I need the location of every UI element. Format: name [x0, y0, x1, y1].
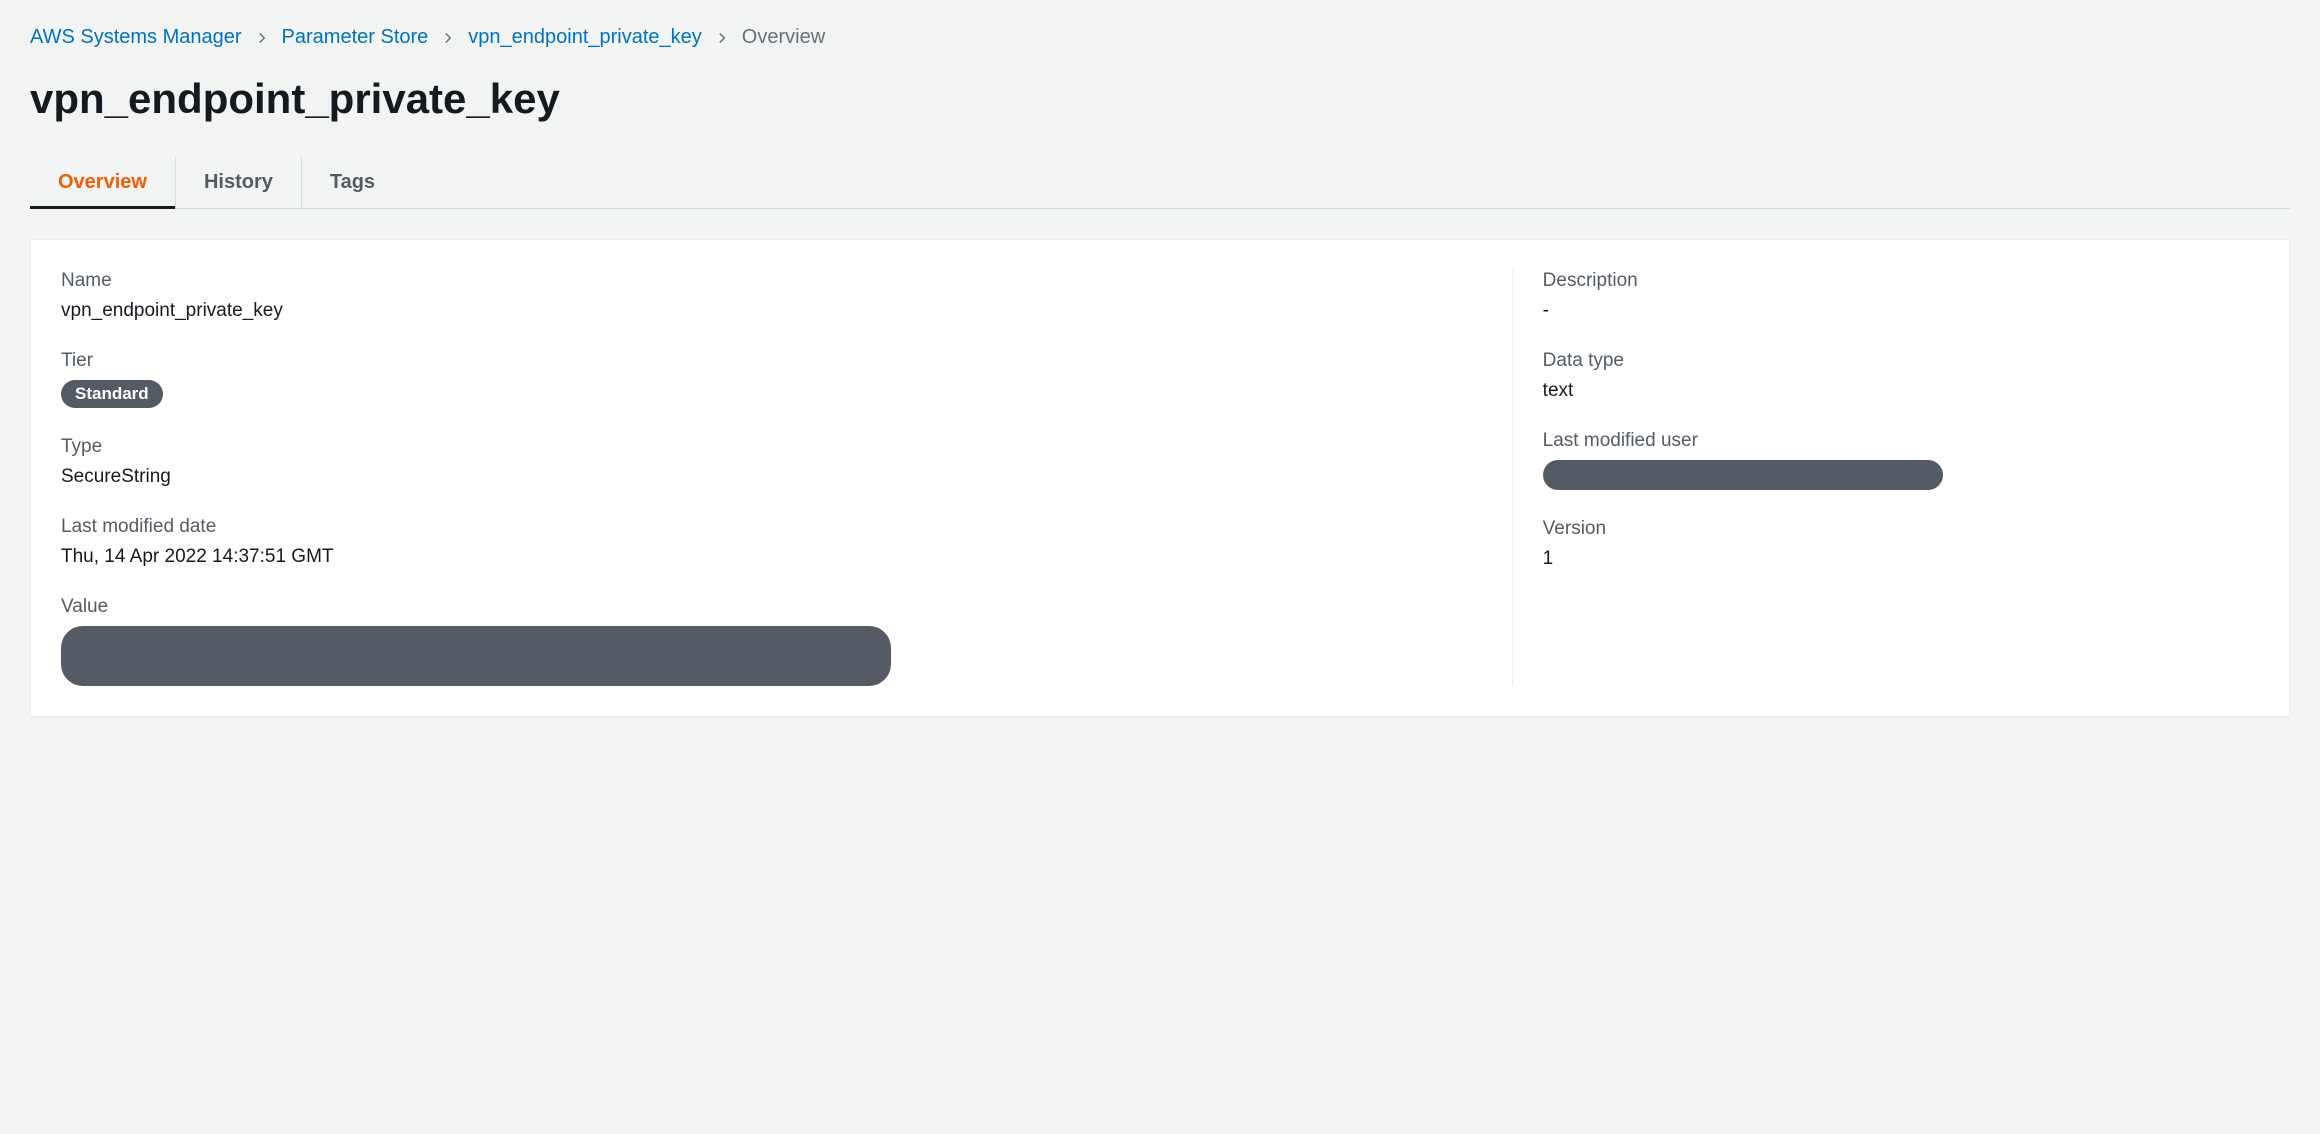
breadcrumb-link-systems-manager[interactable]: AWS Systems Manager [30, 26, 242, 49]
field-label-data-type: Data type [1543, 350, 2259, 372]
field-value-data-type: text [1543, 380, 2259, 402]
tier-badge: Standard [61, 380, 163, 408]
tab-overview[interactable]: Overview [30, 157, 176, 208]
field-type: Type SecureString [61, 436, 1482, 488]
field-value-name: vpn_endpoint_private_key [61, 300, 1482, 322]
tab-history[interactable]: History [176, 157, 302, 208]
chevron-right-icon [256, 32, 268, 44]
details-panel: Name vpn_endpoint_private_key Tier Stand… [30, 239, 2290, 717]
chevron-right-icon [442, 32, 454, 44]
details-column-right: Description - Data type text Last modifi… [1512, 270, 2259, 686]
details-column-left: Name vpn_endpoint_private_key Tier Stand… [61, 270, 1512, 686]
page-container: AWS Systems Manager Parameter Store vpn_… [0, 0, 2320, 737]
field-label-description: Description [1543, 270, 2259, 292]
field-data-type: Data type text [1543, 350, 2259, 402]
field-value: Value [61, 596, 1482, 686]
tab-tags[interactable]: Tags [302, 157, 403, 208]
field-label-version: Version [1543, 518, 2259, 540]
breadcrumb-link-parameter-name[interactable]: vpn_endpoint_private_key [468, 26, 702, 49]
details-columns: Name vpn_endpoint_private_key Tier Stand… [61, 270, 2259, 686]
page-title: vpn_endpoint_private_key [30, 75, 2290, 123]
field-label-last-modified-user: Last modified user [1543, 430, 2259, 452]
field-value-version: 1 [1543, 548, 2259, 570]
field-value-type: SecureString [61, 466, 1482, 488]
field-label-tier: Tier [61, 350, 1482, 372]
field-description: Description - [1543, 270, 2259, 322]
breadcrumb: AWS Systems Manager Parameter Store vpn_… [30, 26, 2290, 49]
field-label-name: Name [61, 270, 1482, 292]
breadcrumb-current: Overview [742, 26, 825, 49]
redacted-value [61, 626, 891, 686]
redacted-last-modified-user [1543, 460, 1943, 490]
field-name: Name vpn_endpoint_private_key [61, 270, 1482, 322]
field-tier: Tier Standard [61, 350, 1482, 408]
breadcrumb-link-parameter-store[interactable]: Parameter Store [282, 26, 429, 49]
chevron-right-icon [716, 32, 728, 44]
field-label-value: Value [61, 596, 1482, 618]
field-last-modified-user: Last modified user [1543, 430, 2259, 490]
field-label-type: Type [61, 436, 1482, 458]
tabs: Overview History Tags [30, 157, 2290, 209]
field-value-description: - [1543, 300, 2259, 322]
field-label-last-modified-date: Last modified date [61, 516, 1482, 538]
field-last-modified-date: Last modified date Thu, 14 Apr 2022 14:3… [61, 516, 1482, 568]
field-version: Version 1 [1543, 518, 2259, 570]
field-value-last-modified-date: Thu, 14 Apr 2022 14:37:51 GMT [61, 546, 1482, 568]
